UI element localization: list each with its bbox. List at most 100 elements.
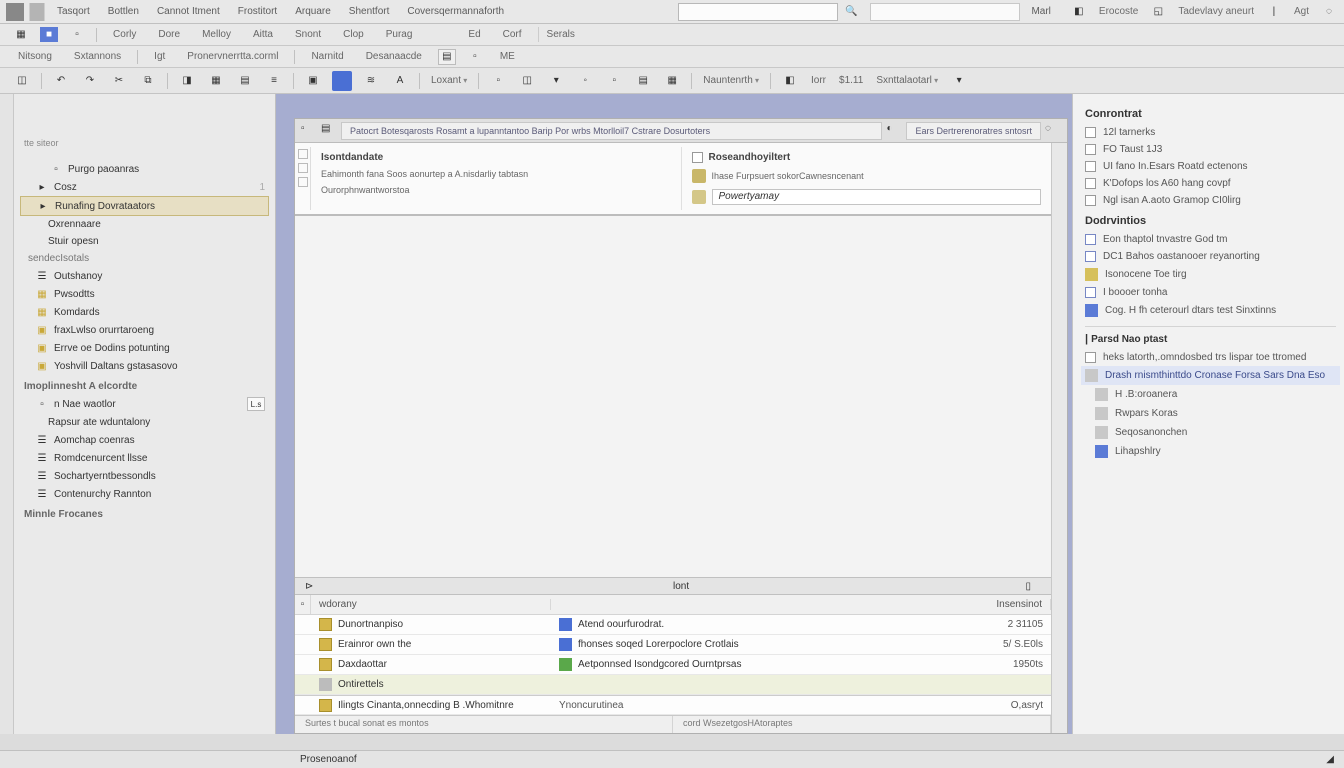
tool-icon[interactable]: ▫ [466,49,484,65]
column-header[interactable]: Insensinot [961,599,1051,610]
table-subrow[interactable]: Ilingts Cinanta,onnecding B .Whomitnre Y… [295,695,1051,715]
doc-icon[interactable]: ▤ [321,123,337,139]
info-icon[interactable]: ◐ [886,123,902,139]
sidebar-item[interactable]: ☰Aomchap coenras [14,431,275,449]
table-row[interactable]: Daxdaottar Aetponnsed Isondgcored Ourntp… [295,655,1051,675]
toolbar-button[interactable]: Aitta [247,27,279,42]
tool-icon[interactable]: ▣ [303,71,323,91]
panel-item[interactable]: UI fano In.Esars Roatd ectenons [1085,158,1336,175]
menu-item[interactable]: Tasqort [50,3,97,20]
checkbox[interactable] [1085,234,1096,245]
panel-item[interactable]: Cog. H fh ceterourl dtars test Sinxtinns [1085,301,1336,320]
tool-icon[interactable]: ▤ [633,71,653,91]
highlight-icon[interactable] [332,71,352,91]
tool-icon[interactable]: ▫ [68,27,86,43]
sidebar-item[interactable]: ▣Yoshvill Daltans gstasasovo [14,357,275,375]
panel-subitem[interactable]: H .B:oroanera [1095,385,1336,404]
tool-icon[interactable]: ▾ [546,71,566,91]
close-icon[interactable]: ◌ [1320,3,1338,21]
tool-icon[interactable]: ▦ [662,71,682,91]
menu-item[interactable]: Cannot Itment [150,3,227,20]
tool-icon[interactable]: ▦ [206,71,226,91]
panel-item[interactable]: 12l tarnerks [1085,124,1336,141]
tab-button[interactable]: ME [494,49,521,64]
panel-item[interactable]: I boooer tonha [1085,284,1336,301]
sidebar-item[interactable]: ▫n Nae waotlorL.s [14,394,275,414]
row-marker[interactable] [298,163,308,173]
panel-item[interactable]: DC1 Bahos oastanooer reyanorting [1085,248,1336,265]
tool-icon[interactable]: ≋ [361,71,381,91]
tool-icon[interactable]: ◦ [575,71,595,91]
checkbox[interactable] [692,152,703,163]
sidebar-item[interactable]: Oxrennaare [14,216,275,233]
copy-icon[interactable]: ⧉ [138,71,158,91]
tool-icon[interactable]: ◧ [780,71,800,91]
panel-subitem[interactable]: Rwpars Koras [1095,404,1336,423]
panel-item-selected[interactable]: Drash rnismthinttdo Cronase Forsa Sars D… [1081,366,1340,385]
chevron-down-icon[interactable]: ▾ [949,71,969,91]
panel-item[interactable]: Eon thaptol tnvastre God tm [1085,231,1336,248]
panel-item[interactable]: Ngl isan A.aoto Gramop CI0lirg [1085,192,1336,209]
doc-icon[interactable]: ▫ [301,123,317,139]
grid-corner[interactable]: ▫ [295,595,311,614]
panel-item[interactable]: FO Taust 1J3 [1085,141,1336,158]
secondary-search[interactable] [870,3,1020,21]
dropdown[interactable]: Nauntenrth [701,75,761,86]
toolbar-button[interactable]: Ed [462,27,486,42]
column-header[interactable]: wdorany [311,599,551,610]
search-input[interactable] [678,3,838,21]
toolbar-button[interactable]: Corf [497,27,528,42]
panel-item[interactable]: Isonocene Toe tirg [1085,265,1336,284]
sidebar-item[interactable]: ☰Sochartyerntbessondls [14,467,275,485]
menu-item[interactable]: Arquare [288,3,338,20]
panel-subitem[interactable]: Lihapshlry [1095,442,1336,461]
toolbar-button[interactable]: Clop [337,27,370,42]
attachment-icon[interactable] [692,169,706,183]
row-marker[interactable] [298,149,308,159]
sidebar-item-selected[interactable]: ▸ Runafing Dovrataators [20,196,269,216]
save-icon[interactable]: ◫ [12,71,32,91]
doc-tab-side[interactable]: Ears Dertrerenoratres sntosrt [906,122,1041,140]
toolbar-button[interactable]: Melloy [196,27,237,42]
sidebar-item[interactable]: ▣fraxLwlso orurrtaroeng [14,321,275,339]
checkbox[interactable] [1085,144,1096,155]
sidebar-item[interactable]: ☰Outshanoy [14,267,275,285]
toolbar-button[interactable]: Snont [289,27,327,42]
redo-icon[interactable]: ↷ [80,71,100,91]
tab-button[interactable]: Desanaacde [360,49,428,64]
tool-icon[interactable]: ◫ [517,71,537,91]
menu-right[interactable]: Tadevlavy aneurt [1171,3,1261,20]
tool-icon[interactable]: ◧ [1070,3,1088,21]
checkbox[interactable] [1085,287,1096,298]
sidebar-item[interactable]: Stuir opesn [14,233,275,250]
tool-icon[interactable]: ◨ [177,71,197,91]
panel-item[interactable]: heks latorth,.omndosbed trs lispar toe t… [1085,349,1336,366]
tab-button[interactable]: Igt [148,49,171,64]
vertical-scrollbar[interactable] [1051,143,1067,733]
tab-button[interactable]: Narnitd [305,49,349,64]
undo-icon[interactable]: ↶ [51,71,71,91]
sidebar-item[interactable]: ☰Contenurchy Rannton [14,485,275,503]
panel-item[interactable]: K'Dofops los A60 hang covpf [1085,175,1336,192]
cut-icon[interactable]: ✂ [109,71,129,91]
menu-item[interactable]: Bottlen [101,3,146,20]
canvas[interactable] [295,216,1051,577]
sidebar-root[interactable]: ▸ Cosz 1 [14,178,275,196]
tool-icon[interactable]: ▤ [438,49,456,65]
checkbox[interactable] [1085,127,1096,138]
tool-icon[interactable]: ▫ [488,71,508,91]
tool-icon[interactable]: ≡ [264,71,284,91]
tool-icon[interactable]: ▤ [235,71,255,91]
menu-right[interactable]: Erocoste [1092,3,1145,20]
status-resize-grip[interactable]: ◢ [1326,754,1334,765]
dropdown[interactable]: Sxnttalaotarl [874,75,940,86]
menu-item[interactable]: Shentfort [342,3,397,20]
doc-tab-main[interactable]: Patocrt Botesqarosts Rosamt a lupanntant… [341,122,882,140]
sidebar-item[interactable]: ▦Pwsodtts [14,285,275,303]
grid-icon[interactable]: ▦ [12,27,30,43]
checkbox[interactable] [1085,161,1096,172]
menu-right[interactable]: Agt [1287,3,1316,20]
sidebar-item[interactable]: ☰Romdcenurcent llsse [14,449,275,467]
menu-item[interactable]: Coversqermannaforth [400,3,511,20]
text-input[interactable]: Powertyamay [712,189,1042,205]
